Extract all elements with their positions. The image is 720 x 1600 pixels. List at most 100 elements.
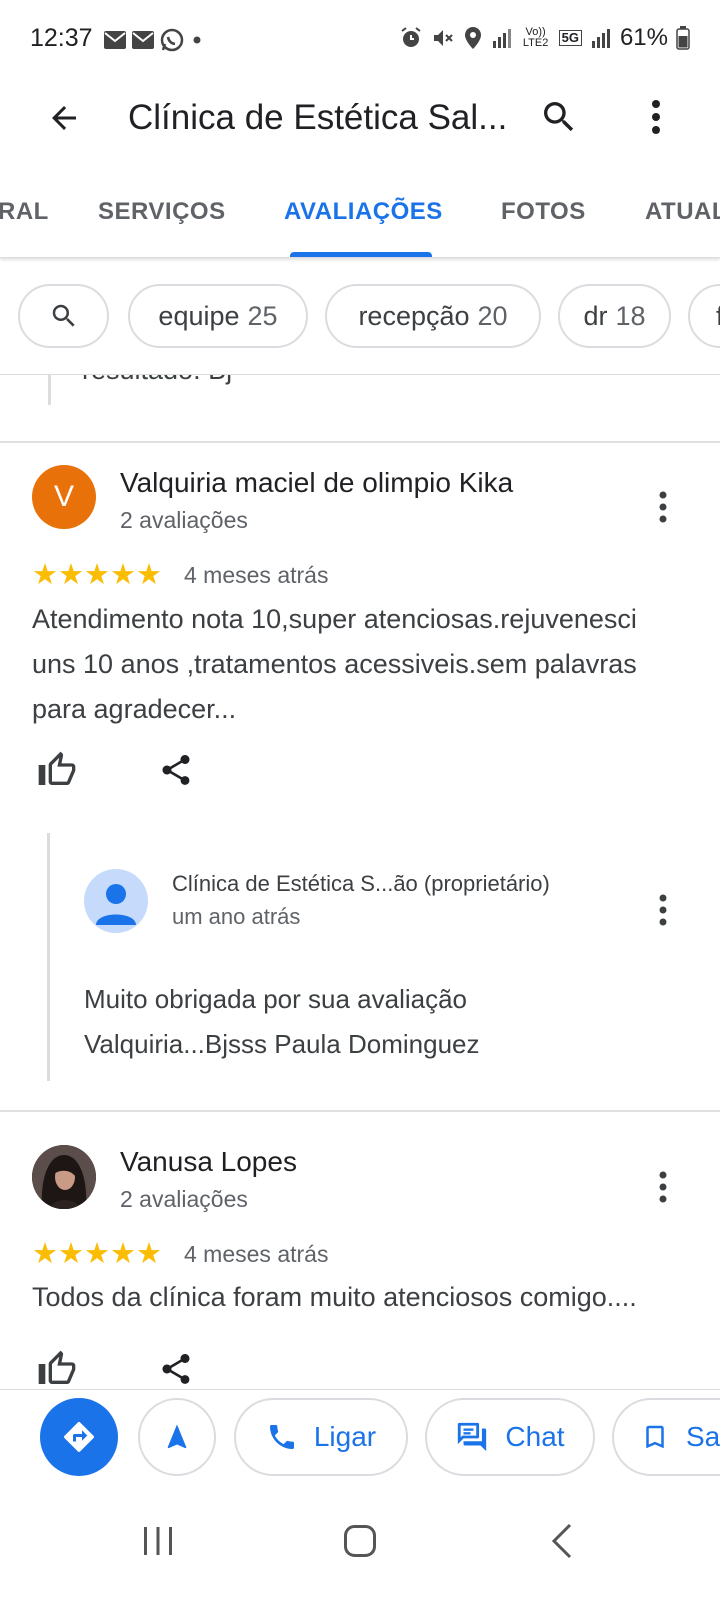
tab-overview[interactable]: RAL	[0, 198, 49, 226]
tab-photos[interactable]: FOTOS	[501, 198, 586, 226]
person-icon	[96, 884, 136, 925]
back-icon	[551, 1523, 572, 1559]
save-label: Sa	[686, 1421, 720, 1452]
alarm-icon	[401, 27, 421, 47]
more-vert-icon	[659, 491, 667, 523]
notification-icons	[104, 28, 204, 52]
mail-icon	[132, 31, 154, 49]
dot-icon	[193, 36, 201, 44]
review-divider	[0, 441, 720, 443]
owner-avatar	[84, 869, 148, 933]
more-vert-icon	[652, 100, 660, 134]
chat-label: Chat	[505, 1421, 565, 1452]
profile-photo	[32, 1145, 96, 1209]
previous-review-snippet: resultado. Bj	[82, 375, 232, 386]
review-time: 4 meses atrás	[184, 1241, 329, 1267]
thumb-up-icon	[38, 1350, 76, 1384]
avatar[interactable]	[32, 1145, 96, 1209]
5g-icon: 5G	[558, 30, 582, 46]
search-icon	[52, 304, 75, 327]
like-button[interactable]	[35, 1347, 79, 1389]
chat-button[interactable]: Chat	[425, 1398, 595, 1476]
battery-percent: 61%	[619, 24, 668, 51]
back-button[interactable]	[40, 94, 88, 142]
share-icon	[162, 1354, 190, 1384]
tab-reviews[interactable]: AVALIAÇÕES	[284, 198, 443, 226]
page-title: Clínica de Estética Sal...	[128, 98, 508, 137]
recents-icon	[144, 1527, 172, 1555]
chip-count: 20	[477, 300, 508, 331]
system-nav-bar	[0, 1489, 720, 1600]
chip-label: dr	[583, 300, 608, 331]
recents-button[interactable]	[128, 1511, 188, 1571]
call-button[interactable]: Ligar	[234, 1398, 408, 1476]
like-button[interactable]	[35, 748, 79, 792]
home-button[interactable]	[330, 1511, 390, 1571]
reviewer-review-count: 2 avaliações	[120, 507, 248, 533]
search-reviews-chip[interactable]	[18, 284, 109, 348]
chip-more[interactable]: f	[688, 284, 720, 348]
review-options-button[interactable]	[648, 1162, 678, 1212]
reviewer-name[interactable]: Valquiria maciel de olimpio Kika	[120, 467, 513, 499]
bookmark-icon	[646, 1425, 664, 1449]
location-icon	[464, 27, 481, 49]
reply-thread-line	[48, 375, 51, 405]
status-time: 12:37	[30, 24, 93, 52]
chip-label: equipe	[158, 300, 240, 331]
review-text[interactable]: Atendimento nota 10,super atenciosas.rej…	[32, 597, 682, 732]
save-button[interactable]: Sa	[612, 1398, 720, 1476]
chip-recepcao[interactable]: recepção 20	[325, 284, 541, 348]
thumb-up-icon	[38, 751, 76, 785]
chip-count: 25	[247, 300, 278, 331]
status-bar: 12:37 Vo)) LTE2 5G 61%	[0, 0, 720, 80]
review-filter-chips: equipe 25 recepção 20 dr 18 f	[0, 282, 720, 350]
search-icon	[544, 102, 574, 132]
share-button[interactable]	[154, 1347, 198, 1389]
system-back-button[interactable]	[532, 1511, 592, 1571]
more-options-button[interactable]	[638, 92, 674, 142]
tab-services[interactable]: SERVIÇOS	[98, 198, 226, 226]
review-divider	[0, 1110, 720, 1112]
battery-icon	[676, 26, 690, 50]
whatsapp-icon	[160, 28, 184, 52]
review-time: 4 meses atrás	[184, 562, 329, 588]
directions-button[interactable]	[40, 1398, 118, 1476]
start-navigation-button[interactable]	[138, 1398, 216, 1476]
reply-options-button[interactable]	[648, 885, 678, 935]
directions-icon	[64, 1421, 95, 1452]
star-rating: ★★★★★	[32, 559, 162, 591]
tab-active-indicator	[290, 252, 432, 257]
owner-reply-text: Muito obrigada por sua avaliação Valquir…	[84, 984, 480, 1059]
navigation-icon	[167, 1424, 187, 1449]
volte-icon: Vo)) LTE2	[522, 26, 549, 49]
chip-equipe[interactable]: equipe 25	[128, 284, 308, 348]
chip-label: recepção	[358, 300, 470, 331]
chip-count: 18	[615, 300, 646, 331]
share-icon	[162, 755, 190, 785]
reply-thread-line	[47, 833, 50, 1081]
review-options-button[interactable]	[648, 482, 678, 532]
tab-updates[interactable]: ATUAL	[645, 198, 720, 226]
phone-icon	[269, 1425, 294, 1449]
reviewer-review-count: 2 avaliações	[120, 1186, 248, 1212]
search-button[interactable]	[534, 92, 584, 142]
reviewer-name[interactable]: Vanusa Lopes	[120, 1146, 297, 1178]
system-status-icons: Vo)) LTE2 5G 61%	[399, 24, 690, 52]
star-rating: ★★★★★	[32, 1238, 162, 1270]
chip-dr[interactable]: dr 18	[558, 284, 671, 348]
reviews-list: resultado. Bj V Valquiria maciel de olim…	[0, 375, 720, 1389]
place-actions-bar: Ligar Chat Sa	[0, 1389, 720, 1489]
signal-icon	[492, 29, 511, 48]
signal-icon	[591, 29, 610, 48]
review-text[interactable]: Todos da clínica foram muito atenciosos …	[32, 1275, 682, 1320]
tab-bar: RAL SERVIÇOS AVALIAÇÕES FOTOS ATUAL	[0, 180, 720, 258]
mute-icon	[433, 30, 453, 46]
owner-reply-time: um ano atrás	[172, 904, 301, 929]
more-vert-icon	[659, 1171, 667, 1203]
back-arrow-icon	[52, 106, 76, 130]
home-icon	[344, 1525, 376, 1557]
more-vert-icon	[659, 894, 667, 926]
share-button[interactable]	[154, 748, 198, 792]
avatar[interactable]: V	[32, 465, 96, 529]
call-label: Ligar	[313, 1421, 377, 1452]
